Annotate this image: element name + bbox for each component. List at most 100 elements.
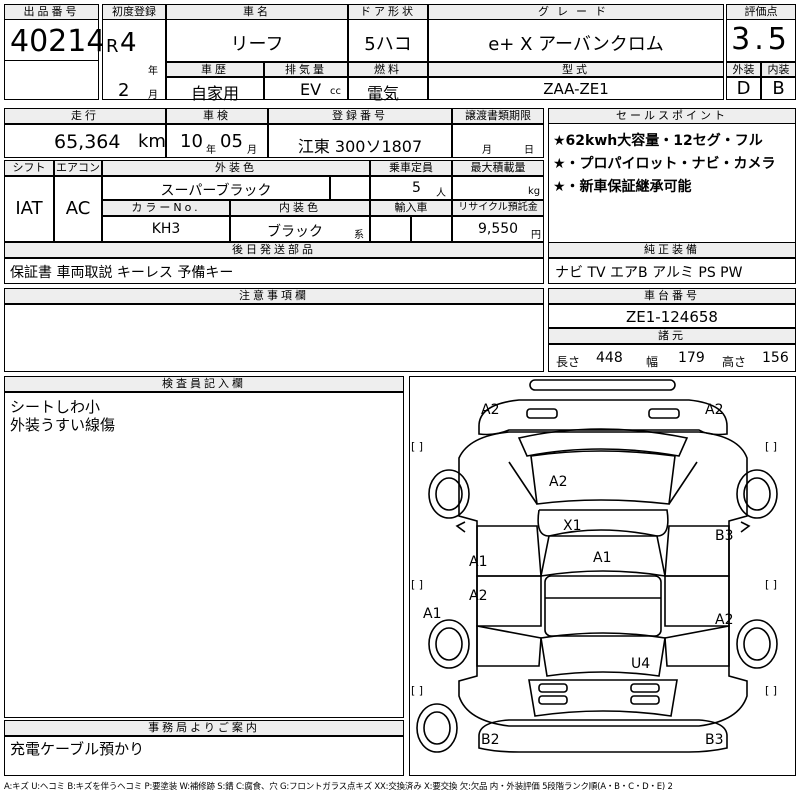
damage-mark: A1 — [469, 554, 487, 570]
door-type: 5ハコ — [364, 34, 412, 55]
registration-number-header: 登録番号 — [268, 108, 452, 124]
mileage: 65,364 — [54, 131, 121, 153]
notes-header: 注意事項欄 — [4, 288, 544, 304]
inspection-year: 10 — [180, 131, 203, 152]
import-cell-a — [370, 216, 411, 242]
inspection-header: 車検 — [166, 108, 268, 124]
dimensions-cell — [548, 344, 796, 372]
registration-year-unit: 年 — [148, 66, 158, 77]
bracket-rear-right: [ ] — [765, 684, 777, 697]
color-header: 外装色 — [102, 160, 370, 176]
damage-mark: A2 — [705, 402, 723, 418]
damage-mark: A2 — [549, 474, 567, 490]
damage-mark: A2 — [715, 612, 733, 628]
sales-points-header: セールスポイント — [548, 108, 796, 124]
legend: A:キズ U:ヘコミ B:キズを伴うヘコミ P:要塗装 W:補修跡 S:錆 C:… — [4, 782, 673, 792]
bracket-front-right: [ ] — [765, 440, 777, 453]
parts-list: 保証書 車両取説 キーレス 予備キー — [10, 265, 234, 281]
import-header: 輸入車 — [370, 200, 452, 216]
office-note-header: 事務局よりご案内 — [4, 720, 404, 736]
interior-grade-header: 内装 — [761, 62, 796, 77]
interior-grade: B — [772, 78, 785, 99]
damage-mark: A1 — [593, 550, 611, 566]
registration-month-unit: 月 — [148, 90, 158, 101]
inspection-month: 05 — [220, 131, 243, 152]
capacity: 5 — [412, 180, 421, 196]
model-code: ZAA-ZE1 — [543, 80, 609, 98]
inspector-note-2: 外装うすい線傷 — [10, 416, 116, 434]
damage-mark: A2 — [469, 588, 487, 604]
chassis-number: ZE1-124658 — [626, 308, 718, 326]
exterior-color: スーパーブラック — [160, 183, 272, 199]
capacity-header: 乗車定員 — [370, 160, 452, 176]
first-registration-header: 初度登録 — [102, 4, 166, 20]
recycle-unit: 円 — [531, 230, 541, 241]
history-header: 車歴 — [166, 62, 264, 77]
car-name-header: 車名 — [166, 4, 348, 20]
bracket-rear-left: [ ] — [411, 684, 423, 697]
damage-mark: U4 — [631, 656, 650, 672]
exterior-grade-header: 外装 — [726, 62, 761, 77]
max-load-header: 最大積載量 — [452, 160, 544, 176]
damage-mark: B3 — [715, 528, 734, 544]
interior-color-suffix: 系 — [354, 230, 364, 241]
damage-mark: B3 — [705, 732, 724, 748]
lot-number-blank — [4, 60, 99, 100]
equipment-list: ナビ TV エアB アルミ PS PW — [555, 265, 743, 281]
color-extra-cell — [330, 176, 370, 200]
dimensions-header: 諸元 — [548, 328, 796, 344]
shift: IAT — [15, 198, 43, 219]
shift-header: シフト — [4, 160, 54, 176]
inspection-year-unit: 年 — [206, 145, 216, 156]
width-label: 幅 — [646, 355, 659, 369]
office-note: 充電ケーブル預かり — [10, 740, 145, 758]
damage-mark: A2 — [481, 402, 499, 418]
history: 自家用 — [190, 84, 239, 103]
transfer-month: 月 — [482, 145, 492, 156]
exterior-grade: D — [736, 78, 751, 99]
lot-number-header: 出品番号 — [4, 4, 99, 20]
displacement-unit: cc — [330, 86, 341, 97]
bracket-front-left: [ ] — [411, 440, 423, 453]
displacement-header: 排気量 — [264, 62, 348, 77]
recycle-deposit: 9,550 — [478, 221, 519, 237]
bracket-mid-right: [ ] — [765, 578, 777, 591]
capacity-unit: 人 — [436, 188, 446, 199]
color-number: KH3 — [151, 221, 181, 237]
ac-header: エアコン — [54, 160, 102, 176]
sales-point-2: ★・プロパイロット・ナビ・カメラ — [553, 156, 776, 172]
transfer-day: 日 — [524, 145, 534, 156]
sales-point-1: ★62kwh大容量・12セグ・フル — [553, 133, 763, 149]
door-header: ドア形状 — [348, 4, 428, 20]
grade-header: グレード — [428, 4, 724, 20]
registration-number: 江東 300ソ1807 — [297, 137, 423, 156]
fuel: 電気 — [366, 84, 399, 103]
height-value: 156 — [762, 350, 789, 366]
model-header: 型式 — [428, 62, 724, 77]
chassis-header: 車台番号 — [548, 288, 796, 304]
car-damage-diagram: [ ] [ ] [ ] [ ] [ ] [ ] A2 A2 A2 X1 A1 A… — [411, 379, 778, 753]
inspector-notes-box — [4, 392, 404, 718]
inspector-notes-header: 検査員記入欄 — [4, 376, 404, 392]
damage-mark: A1 — [423, 606, 441, 622]
score: 3.5 — [731, 22, 791, 57]
grade: e+ X アーバンクロム — [488, 34, 664, 55]
interior-color-header: 内装色 — [230, 200, 370, 216]
registration-era: R — [106, 36, 119, 57]
displacement: EV — [300, 80, 322, 99]
fuel-header: 燃料 — [348, 62, 428, 77]
notes-box — [4, 304, 544, 372]
registration-month: 2 — [118, 80, 130, 101]
length-label: 長さ — [556, 355, 581, 369]
car-name: リーフ — [230, 34, 284, 55]
parts-header: 後日発送部品 — [4, 242, 544, 258]
length-value: 448 — [596, 350, 623, 366]
equipment-header: 純正装備 — [548, 242, 796, 258]
sales-point-3: ★・新車保証継承可能 — [553, 179, 692, 195]
width-value: 179 — [678, 350, 705, 366]
registration-year: 4 — [120, 28, 137, 58]
mileage-header: 走行 — [4, 108, 166, 124]
import-cell-b — [411, 216, 452, 242]
damage-mark: X1 — [563, 518, 582, 534]
damage-mark: B2 — [481, 732, 500, 748]
